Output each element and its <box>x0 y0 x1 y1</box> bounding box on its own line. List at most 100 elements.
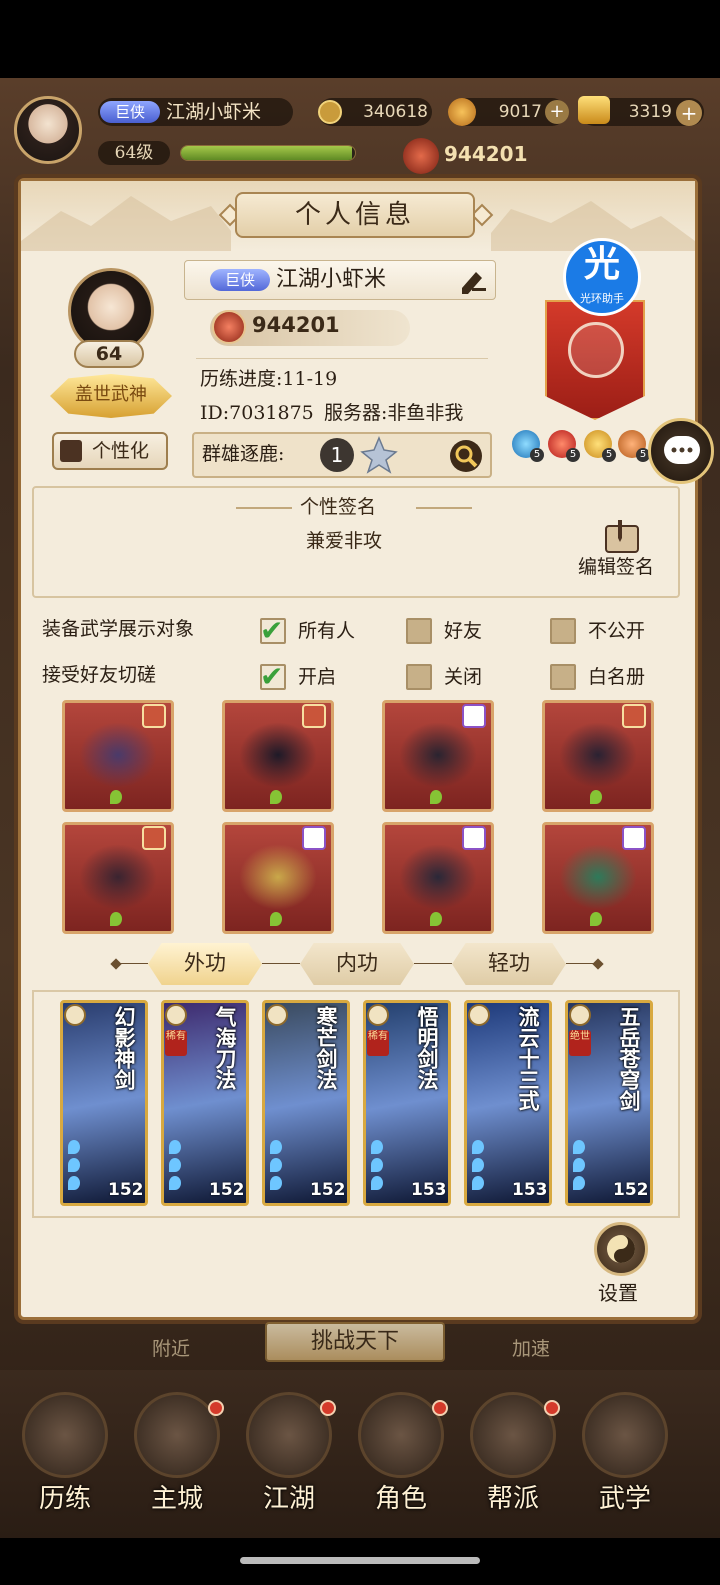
martial-art-level: 152 <box>209 1180 245 1200</box>
leaf-icon <box>573 1158 585 1172</box>
weapon-icon <box>79 722 157 788</box>
martial-art-level: 152 <box>613 1180 649 1200</box>
server-name: 服务器:非鱼非我 <box>324 402 464 424</box>
combat-power-value: 944201 <box>252 313 340 337</box>
settings-button[interactable] <box>594 1222 648 1276</box>
boots-icon <box>559 722 637 788</box>
player-avatar[interactable] <box>14 96 82 164</box>
search-icon[interactable] <box>450 440 482 472</box>
leaf-icon <box>270 790 282 804</box>
hud-combat-power: 944201 <box>444 142 528 166</box>
nav-label[interactable]: 历练 <box>10 1478 120 1515</box>
notification-dot <box>432 1400 448 1416</box>
guild-logo-sub: 光环助手 <box>580 292 624 305</box>
check-icon: ✔ <box>260 614 284 647</box>
arena-label: 群雄逐鹿: <box>202 443 285 465</box>
nav-label[interactable]: 武学 <box>570 1478 680 1515</box>
edit-signature-icon[interactable] <box>600 516 646 556</box>
exp-bar <box>180 145 356 161</box>
leaf-icon <box>573 1176 585 1190</box>
leaf-icon <box>110 790 122 804</box>
hud-rank-badge: 巨侠 <box>100 101 160 123</box>
nav-1-icon[interactable] <box>134 1392 220 1478</box>
nav-label[interactable]: 角色 <box>346 1478 456 1515</box>
martial-art-title: 气海刀法 <box>213 1006 238 1090</box>
martial-type-icon <box>367 1004 389 1026</box>
challenge-button: 挑战天下 <box>265 1322 445 1362</box>
checkbox-disable[interactable] <box>406 664 432 690</box>
nav-0-icon[interactable] <box>22 1392 108 1478</box>
option-friends-label: 好友 <box>444 620 483 642</box>
martial-art-level: 152 <box>310 1180 346 1200</box>
tab-external[interactable]: 外功 <box>148 943 262 985</box>
rarity-gold-icon <box>142 826 166 850</box>
hud-player-name: 江湖小虾米 <box>166 101 262 123</box>
martial-art-title: 五岳苍穹剑 <box>617 1006 642 1111</box>
nav-label[interactable]: 主城 <box>122 1478 232 1515</box>
hairpin-icon <box>239 844 317 910</box>
rarity-purple-icon <box>462 704 486 728</box>
nav-label[interactable]: 江湖 <box>234 1478 344 1515</box>
tab-lightness[interactable]: 轻功 <box>452 943 566 985</box>
nav-5-icon[interactable] <box>582 1392 668 1478</box>
martial-art-level: 153 <box>512 1180 548 1200</box>
martial-type-icon <box>266 1004 288 1026</box>
nav-2-icon[interactable] <box>246 1392 332 1478</box>
gold-add-icon[interactable]: + <box>676 100 702 126</box>
martial-art-level: 152 <box>108 1180 144 1200</box>
notification-dot <box>320 1400 336 1416</box>
checkbox-friends[interactable] <box>406 618 432 644</box>
tab-internal[interactable]: 内功 <box>300 943 414 985</box>
panel-title: 个人信息 <box>235 192 475 238</box>
ring-icon <box>559 844 637 910</box>
leaf-icon <box>371 1158 383 1172</box>
leaf-icon <box>371 1176 383 1190</box>
nav-label[interactable]: 帮派 <box>458 1478 568 1515</box>
profile-level-badge: 64 <box>74 340 144 368</box>
training-progress: 历练进度:11-19 <box>200 368 338 390</box>
rarity-gold-icon <box>302 704 326 728</box>
exp-bar-fill <box>181 146 352 160</box>
tab-line <box>566 963 594 964</box>
martial-art-title: 幻影神剑 <box>112 1006 137 1090</box>
option-whitelist-label: 白名册 <box>588 666 646 688</box>
speed-label: 加速 <box>512 1338 551 1360</box>
belt-icon <box>399 722 477 788</box>
resource-add-icon[interactable]: + <box>545 100 569 124</box>
necklace-icon <box>79 844 157 910</box>
tab-line <box>414 963 452 964</box>
guild-logo-char: 光 <box>583 244 620 285</box>
signature-title: 个性签名 <box>300 496 377 518</box>
option-disable-label: 关闭 <box>444 666 483 688</box>
bracer-icon <box>399 844 477 910</box>
nav-3-icon[interactable] <box>358 1392 444 1478</box>
leaf-icon <box>270 1158 282 1172</box>
settings-label: 设置 <box>598 1281 638 1305</box>
tab-line <box>262 963 300 964</box>
nav-4-icon[interactable] <box>470 1392 556 1478</box>
arena-rank-number: 1 <box>320 438 354 472</box>
martial-type-icon <box>165 1004 187 1026</box>
robe-icon <box>60 440 82 462</box>
notification-dot <box>544 1400 560 1416</box>
checkbox-private[interactable] <box>550 618 576 644</box>
martial-art-title: 悟明剑法 <box>415 1006 440 1090</box>
leaf-icon <box>430 912 442 926</box>
martial-rarity-tag: 稀有 <box>367 1030 389 1056</box>
divider <box>196 358 488 359</box>
edit-name-icon[interactable] <box>458 266 488 294</box>
signature-text: 兼爱非攻 <box>306 530 383 552</box>
leaf-icon <box>472 1140 484 1154</box>
display-target-label: 装备武学展示对象 <box>42 618 195 640</box>
leaf-icon <box>110 912 122 926</box>
leaf-icon <box>270 912 282 926</box>
leaf-icon <box>68 1140 80 1154</box>
leaf-icon <box>590 790 602 804</box>
home-indicator[interactable] <box>240 1557 480 1564</box>
checkbox-whitelist[interactable] <box>550 664 576 690</box>
leaf-icon <box>472 1176 484 1190</box>
arena-badge-icon <box>360 436 398 474</box>
leaf-icon <box>169 1176 181 1190</box>
edit-signature-label[interactable]: 编辑签名 <box>578 552 654 582</box>
tab-line <box>120 963 148 964</box>
